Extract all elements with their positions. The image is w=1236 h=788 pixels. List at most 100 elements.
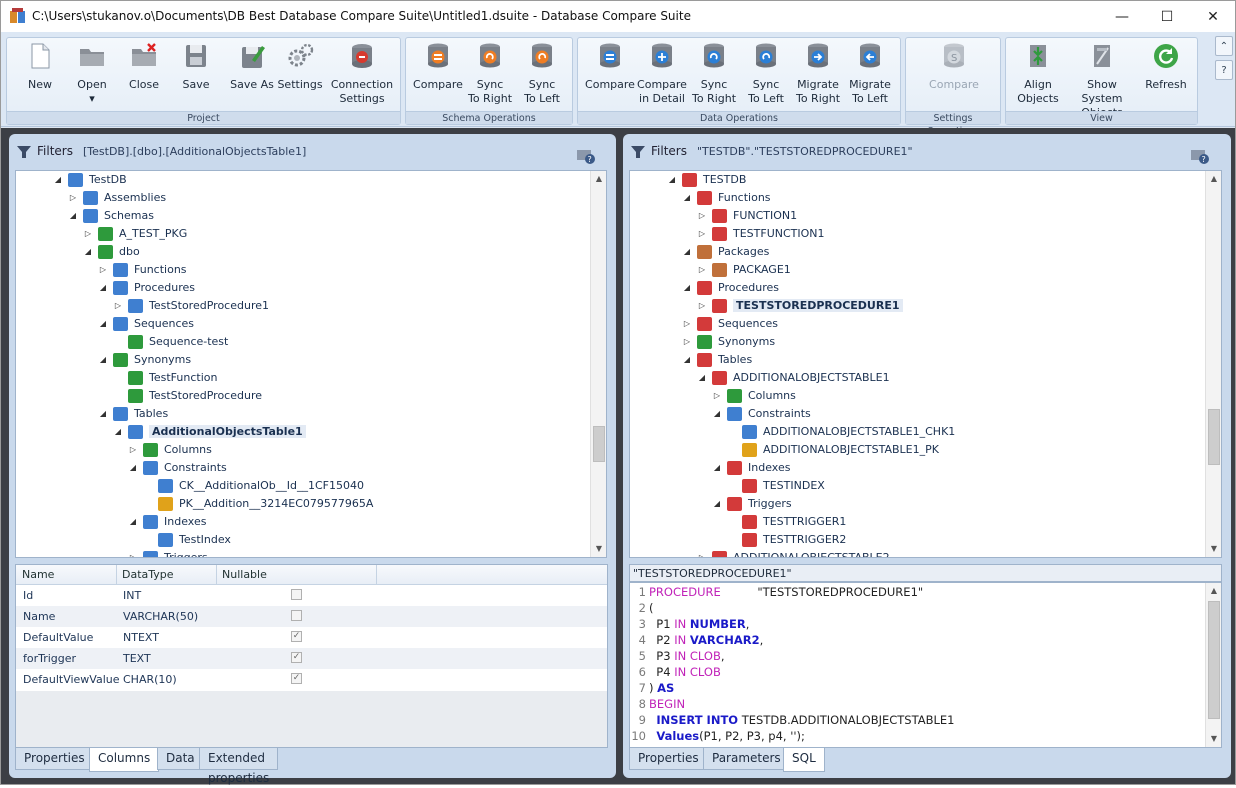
maximize-button[interactable]: ☐	[1144, 1, 1190, 32]
tab-columns[interactable]: Columns	[89, 748, 160, 772]
expander-icon[interactable]: ◢	[681, 351, 693, 369]
open-button[interactable]: Open ▾	[67, 42, 117, 110]
tab-properties[interactable]: Properties	[15, 748, 94, 770]
data-compare-button[interactable]: Compare	[584, 42, 636, 110]
tree-node[interactable]: TestStoredProcedure	[128, 387, 262, 405]
migrate-right-button[interactable]: Migrate To Right	[792, 42, 844, 110]
expander-icon[interactable]: ▷	[711, 387, 723, 405]
left-object-tree[interactable]: ▷ Triggers TestIndex ◢ Indexes PK__Addition__…	[15, 170, 607, 558]
tree-node[interactable]: ◢ Synonyms	[100, 351, 191, 369]
tree-node[interactable]: ADDITIONALOBJECTSTABLE1_PK	[742, 441, 939, 459]
header-datatype[interactable]: DataType	[122, 568, 174, 581]
expander-icon[interactable]: ◢	[97, 351, 109, 369]
right-object-tree[interactable]: ▷ ADDITIONALOBJECTSTABLE2 TESTTRIGGER2 TEST…	[629, 170, 1222, 558]
tree-node[interactable]: ◢ Schemas	[70, 207, 154, 225]
expander-icon[interactable]: ◢	[696, 369, 708, 387]
save-as-button[interactable]: Save As	[225, 42, 279, 110]
tree-node[interactable]: TESTTRIGGER1	[742, 513, 846, 531]
table-row[interactable]: DefaultViewValue CHAR(10) ✓	[16, 669, 607, 690]
tree-node[interactable]: ◢ dbo	[85, 243, 140, 261]
tree-node[interactable]: ◢ Indexes	[714, 459, 790, 477]
data-sync-left-button[interactable]: Sync To Left	[740, 42, 792, 110]
expander-icon[interactable]: ▷	[696, 297, 708, 315]
expander-icon[interactable]: ◢	[666, 171, 678, 189]
tree-node[interactable]: ▷ A_TEST_PKG	[85, 225, 187, 243]
tree-node[interactable]: ◢ Sequences	[100, 315, 194, 333]
tree-node[interactable]: ◢ Procedures	[684, 279, 779, 297]
expander-icon[interactable]: ▷	[696, 225, 708, 243]
tree-node[interactable]: ◢ Constraints	[130, 459, 227, 477]
tree-node[interactable]: ▷ ADDITIONALOBJECTSTABLE2	[699, 549, 890, 557]
scroll-thumb[interactable]	[1208, 601, 1220, 719]
nullable-checkbox[interactable]: ✓	[291, 652, 302, 663]
expander-icon[interactable]: ◢	[97, 279, 109, 297]
expander-icon[interactable]: ▷	[82, 225, 94, 243]
left-filter-bar[interactable]: Filters [TestDB].[dbo].[AdditionalObjects…	[17, 144, 306, 166]
new-button[interactable]: New	[15, 42, 65, 110]
expander-icon[interactable]: ◢	[52, 171, 64, 189]
expander-icon[interactable]: ▷	[696, 207, 708, 225]
tree-node[interactable]: ◢ Tables	[684, 351, 752, 369]
sql-editor[interactable]: 10 Values(P1, P2, P3, p4, ''); 9 INSERT I…	[629, 582, 1222, 748]
tab-data[interactable]: Data	[157, 748, 204, 770]
data-sync-right-button[interactable]: Sync To Right	[688, 42, 740, 110]
expander-icon[interactable]: ◢	[67, 207, 79, 225]
header-name[interactable]: Name	[22, 568, 54, 581]
settings-compare-button[interactable]: S Compare	[926, 42, 982, 110]
tree-node[interactable]: ◢ TestDB	[55, 171, 127, 189]
expander-icon[interactable]: ◢	[681, 189, 693, 207]
expander-icon[interactable]: ◢	[127, 513, 139, 531]
help-button[interactable]: ?	[1215, 60, 1233, 80]
tree-node[interactable]: ▷ Columns	[130, 441, 212, 459]
migrate-left-button[interactable]: Migrate To Left	[844, 42, 896, 110]
expander-icon[interactable]: ◢	[97, 315, 109, 333]
expander-icon[interactable]: ◢	[711, 495, 723, 513]
expander-icon[interactable]: ◢	[711, 459, 723, 477]
tree-node[interactable]: ◢ Packages	[684, 243, 769, 261]
tree-node[interactable]: ◢ AdditionalObjectsTable1	[115, 423, 306, 441]
tree-node[interactable]: ▷ PACKAGE1	[699, 261, 791, 279]
expander-icon[interactable]: ▷	[696, 261, 708, 279]
expander-icon[interactable]: ▷	[681, 333, 693, 351]
refresh-button[interactable]: Refresh	[1140, 42, 1192, 110]
scroll-thumb[interactable]	[593, 426, 605, 462]
tree-node[interactable]: ▷ Columns	[714, 387, 796, 405]
left-tree-scrollbar[interactable]: ▲ ▼	[590, 171, 606, 557]
align-objects-button[interactable]: Align Objects	[1012, 42, 1064, 110]
close-window-button[interactable]: ✕	[1190, 1, 1236, 32]
expander-icon[interactable]: ◢	[127, 459, 139, 477]
filter-help-icon[interactable]: ?	[1191, 148, 1209, 164]
tree-node[interactable]: CK__AdditionalOb__Id__1CF15040	[158, 477, 364, 495]
tree-node[interactable]: PK__Addition__3214EC079577965A	[158, 495, 373, 513]
tree-node[interactable]: ▷ Functions	[100, 261, 187, 279]
right-tree-scrollbar[interactable]: ▲ ▼	[1205, 171, 1221, 557]
tree-node[interactable]: ▷ Triggers	[130, 549, 208, 557]
expander-icon[interactable]: ▷	[112, 297, 124, 315]
tree-node[interactable]: TESTTRIGGER2	[742, 531, 846, 549]
tree-node[interactable]: TESTINDEX	[742, 477, 825, 495]
nullable-checkbox[interactable]: ✓	[291, 631, 302, 642]
tree-node[interactable]: TestFunction	[128, 369, 217, 387]
tree-node[interactable]: ▷ TESTSTOREDPROCEDURE1	[699, 297, 903, 315]
settings-button[interactable]: Settings	[277, 42, 323, 110]
tree-node[interactable]: ◢ Functions	[684, 189, 771, 207]
tab-properties[interactable]: Properties	[629, 748, 708, 770]
tree-node[interactable]: ◢ Constraints	[714, 405, 811, 423]
sql-scrollbar[interactable]: ▲ ▼	[1205, 583, 1221, 747]
tab-extended-properties[interactable]: Extended properties	[199, 748, 279, 785]
header-nullable[interactable]: Nullable	[222, 568, 267, 581]
table-row[interactable]: Name VARCHAR(50)	[16, 606, 607, 627]
tree-node[interactable]: Sequence-test	[128, 333, 228, 351]
expander-icon[interactable]: ▷	[681, 315, 693, 333]
close-button[interactable]: Close	[119, 42, 169, 110]
minimize-button[interactable]: —	[1099, 1, 1145, 32]
nullable-checkbox[interactable]	[291, 589, 302, 600]
schema-sync-left-button[interactable]: Sync To Left	[516, 42, 568, 110]
table-row[interactable]: forTrigger TEXT ✓	[16, 648, 607, 669]
expander-icon[interactable]: ◢	[112, 423, 124, 441]
tree-node[interactable]: ▷ FUNCTION1	[699, 207, 797, 225]
tree-node[interactable]: ▷ Sequences	[684, 315, 778, 333]
expander-icon[interactable]: ▷	[127, 549, 139, 557]
expander-icon[interactable]: ◢	[97, 405, 109, 423]
tree-node[interactable]: ◢ Triggers	[714, 495, 792, 513]
